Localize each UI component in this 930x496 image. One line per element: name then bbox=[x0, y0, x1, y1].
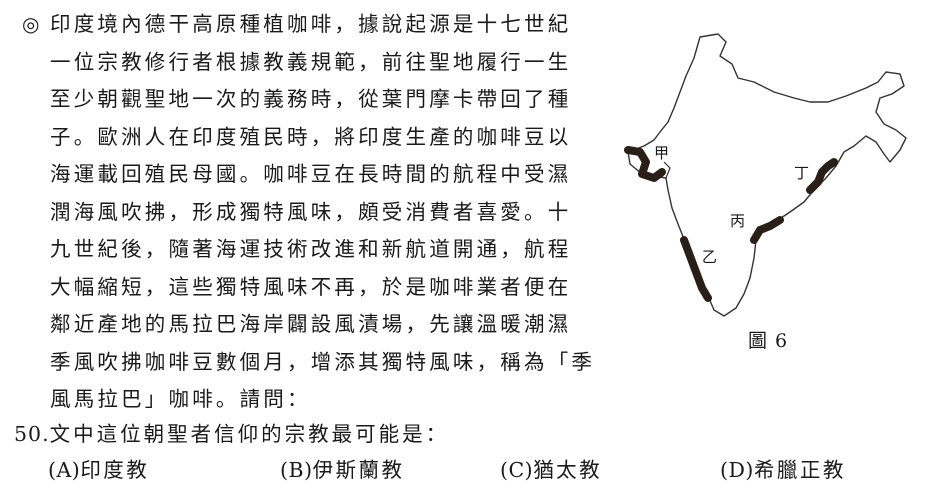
passage-line-text: 印度境內德干高原種植咖啡，據說起源是十七世紀 bbox=[50, 12, 572, 36]
option-c[interactable]: (C)猶太教 bbox=[500, 452, 602, 488]
passage-line: 至少朝觀聖地一次的義務時，從葉門摩卡帶回了種 bbox=[50, 87, 572, 111]
passage-line: 風馬拉巴」咖啡。請問： bbox=[50, 387, 311, 411]
option-text: 猶太教 bbox=[533, 458, 603, 482]
label-jia: 甲 bbox=[654, 144, 669, 162]
passage-line: 九世紀後，隨著海運技術改進和新航道開通，航程 bbox=[50, 237, 572, 261]
answer-options: (A)印度教 (B)伊斯蘭教 (C)猶太教 (D)希臘正教 bbox=[14, 452, 914, 488]
passage-line: 季風吹拂咖啡豆數個月，增添其獨特風味，稱為「季 bbox=[50, 349, 596, 374]
reading-passage: ◎ 印度境內德干高原種植咖啡，據說起源是十七世紀 一位宗教修行者根據教義規範，前往… bbox=[22, 6, 622, 419]
coast-segment-ding bbox=[806, 158, 838, 194]
option-a[interactable]: (A)印度教 bbox=[48, 452, 149, 488]
option-d[interactable]: (D)希臘正教 bbox=[720, 452, 846, 488]
figure-caption: 圖 6 bbox=[748, 330, 789, 352]
option-text: 伊斯蘭教 bbox=[312, 458, 405, 482]
passage-line: ◎ 印度境內德干高原種植咖啡，據說起源是十七世紀 bbox=[22, 6, 622, 44]
india-coastline bbox=[627, 33, 907, 317]
passage-line: 海運載回殖民母國。咖啡豆在長時間的航程中受濕 bbox=[50, 162, 572, 186]
question-50: 50.文中這位朝聖者信仰的宗教最可能是： (A)印度教 (B)伊斯蘭教 (C)猶… bbox=[14, 416, 914, 488]
option-letter: (D) bbox=[720, 458, 754, 482]
passage-line: 潤海風吹拂，形成獨特風味，頗受消費者喜愛。十 bbox=[50, 199, 572, 224]
india-map-figure: 甲 乙 丙 丁 圖 6 bbox=[614, 12, 914, 372]
option-b[interactable]: (B)伊斯蘭教 bbox=[280, 452, 405, 488]
label-ding: 丁 bbox=[794, 164, 809, 182]
passage-line: 大幅縮短，這些獨特風味不再，於是咖啡業者便在 bbox=[50, 274, 572, 299]
coast-segment-bing bbox=[750, 216, 784, 244]
question-text: 文中這位朝聖者信仰的宗教最可能是： bbox=[49, 422, 450, 446]
option-letter: (B) bbox=[280, 458, 313, 482]
question-number: 50. bbox=[14, 422, 50, 446]
passage-line: 一位宗教修行者根據教義規範，前往聖地履行一生 bbox=[50, 49, 572, 74]
option-letter: (A) bbox=[48, 458, 81, 482]
passage-marker: ◎ bbox=[22, 12, 40, 36]
option-text: 印度教 bbox=[80, 458, 150, 482]
option-text: 希臘正教 bbox=[753, 458, 846, 482]
option-letter: (C) bbox=[500, 458, 534, 482]
question-stem: 50.文中這位朝聖者信仰的宗教最可能是： bbox=[14, 416, 914, 452]
passage-line: 鄰近產地的馬拉巴海岸闢設風漬場，先讓溫暖潮濕 bbox=[50, 312, 572, 336]
india-outline-map: 甲 乙 丙 丁 bbox=[624, 33, 907, 317]
passage-line: 子。歐洲人在印度殖民時，將印度生產的咖啡豆以 bbox=[50, 124, 572, 149]
label-bing: 丙 bbox=[730, 212, 745, 230]
label-yi: 乙 bbox=[702, 248, 717, 266]
